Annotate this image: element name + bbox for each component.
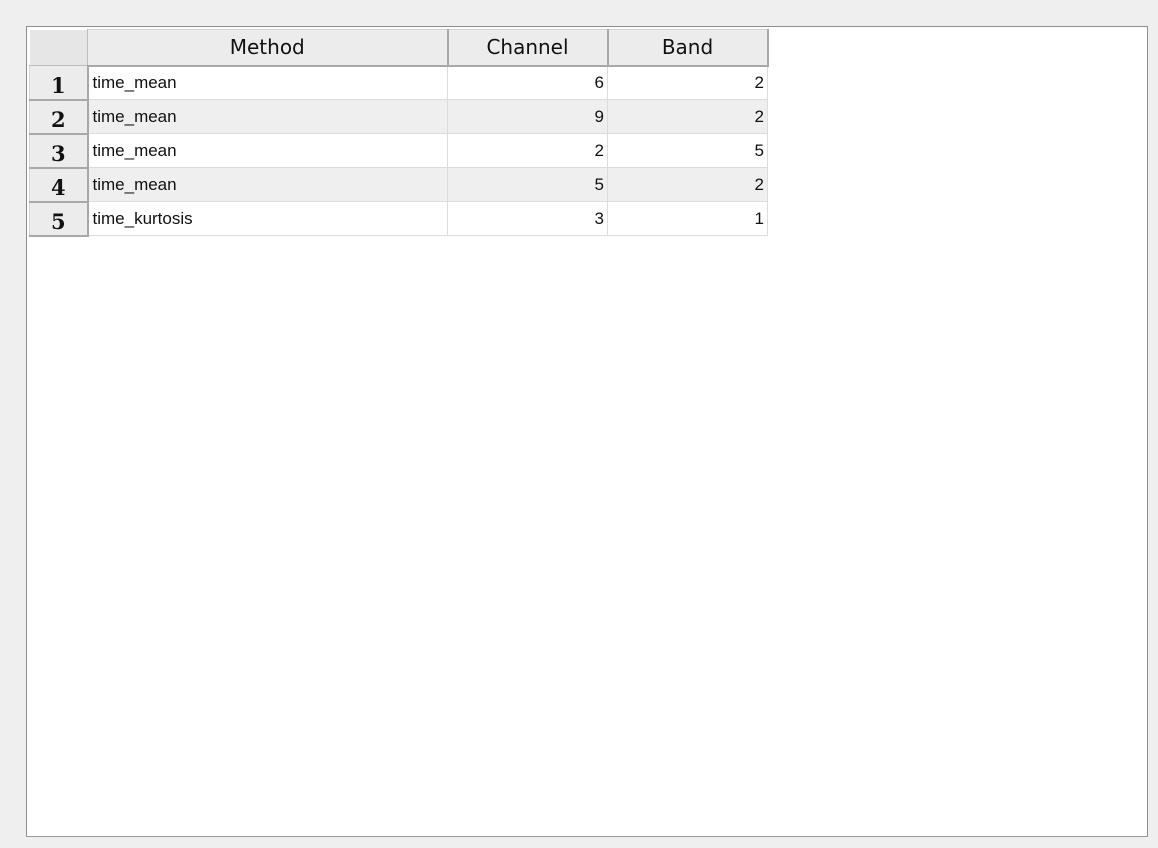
method-cell[interactable]: time_mean bbox=[87, 65, 448, 100]
row-header[interactable]: 3 bbox=[29, 133, 89, 169]
header-row: Method Channel Band bbox=[29, 29, 769, 67]
corner-header[interactable] bbox=[29, 29, 88, 66]
column-header-channel[interactable]: Channel bbox=[447, 29, 609, 67]
band-cell[interactable]: 2 bbox=[607, 167, 768, 202]
table-panel: Method Channel Band 1 time_mean 6 2 2 ti… bbox=[26, 26, 1148, 837]
channel-cell[interactable]: 2 bbox=[447, 133, 608, 168]
band-cell[interactable]: 2 bbox=[607, 65, 768, 100]
method-cell[interactable]: time_kurtosis bbox=[87, 201, 448, 236]
data-table: Method Channel Band 1 time_mean 6 2 2 ti… bbox=[29, 29, 769, 237]
band-cell[interactable]: 1 bbox=[607, 201, 768, 236]
band-cell[interactable]: 2 bbox=[607, 99, 768, 134]
table-row: 2 time_mean 9 2 bbox=[29, 99, 768, 135]
row-header[interactable]: 2 bbox=[29, 99, 89, 135]
channel-cell[interactable]: 6 bbox=[447, 65, 608, 100]
band-cell[interactable]: 5 bbox=[607, 133, 768, 168]
row-header[interactable]: 5 bbox=[29, 201, 89, 237]
column-header-band[interactable]: Band bbox=[607, 29, 769, 67]
method-cell[interactable]: time_mean bbox=[87, 167, 448, 202]
table-row: 4 time_mean 5 2 bbox=[29, 167, 768, 203]
table-row: 3 time_mean 2 5 bbox=[29, 133, 768, 169]
column-header-method[interactable]: Method bbox=[87, 29, 449, 67]
channel-cell[interactable]: 5 bbox=[447, 167, 608, 202]
channel-cell[interactable]: 9 bbox=[447, 99, 608, 134]
channel-cell[interactable]: 3 bbox=[447, 201, 608, 236]
row-header[interactable]: 4 bbox=[29, 167, 89, 203]
table-row: 5 time_kurtosis 3 1 bbox=[29, 201, 768, 237]
row-header[interactable]: 1 bbox=[29, 65, 89, 101]
table-row: 1 time_mean 6 2 bbox=[29, 65, 768, 101]
method-cell[interactable]: time_mean bbox=[87, 99, 448, 134]
method-cell[interactable]: time_mean bbox=[87, 133, 448, 168]
